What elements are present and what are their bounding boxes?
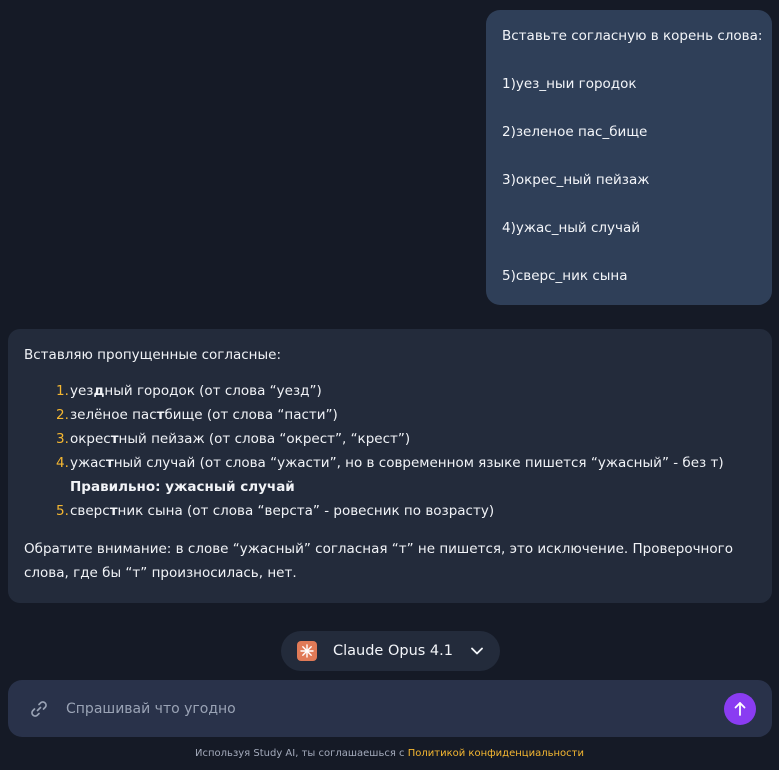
privacy-notice-text: Используя Study AI, ты соглашаешься с [195, 748, 408, 759]
chat-input-bar [8, 680, 772, 737]
chevron-down-icon[interactable] [470, 644, 484, 658]
assistant-intro: Вставляю пропущенные согласные: [24, 347, 282, 363]
assistant-message-bubble: Вставляю пропущенные согласные: 1уездный… [8, 329, 772, 603]
send-button[interactable] [724, 692, 756, 725]
privacy-notice: Используя Study AI, ты соглашаешься с По… [0, 748, 779, 759]
answer-suffix: ный городок (от слова “уезд”) [104, 383, 322, 399]
user-message-line: 4)ужас_ный случай [502, 220, 641, 236]
inserted-letter: т [105, 455, 114, 471]
answer-suffix: ный случай (от слова “ужасти”, но в совр… [113, 455, 724, 471]
answer-prefix: окрес [70, 431, 111, 447]
answer-suffix: ник сына (от слова “верста” - ровесник п… [117, 503, 495, 519]
privacy-policy-link[interactable]: Политикой конфиденциальности [408, 748, 584, 759]
answer-number: 1 [56, 379, 69, 403]
answer-item: 3окрестный пейзаж (от слова “окрест”, “к… [50, 427, 756, 451]
answer-list: 1уездный городок (от слова “уезд”) 2зелё… [50, 379, 756, 523]
assistant-conclusion: Обратите внимание: в слове “ужасный” сог… [24, 541, 733, 581]
message-input[interactable] [66, 700, 724, 717]
chat-page: Вставьте согласную в корень слова: 1)уез… [0, 0, 779, 770]
user-message-bubble: Вставьте согласную в корень слова: 1)уез… [486, 10, 772, 305]
answer-suffix: бище (от слова “пасти”) [164, 407, 338, 423]
answer-suffix: ный пейзаж (от слова “окрест”, “крест”) [118, 431, 411, 447]
answer-item: 2зелёное пастбище (от слова “пасти”) [50, 403, 756, 427]
user-message-line: 2)зеленое пас_бище [502, 124, 648, 140]
arrow-up-icon [734, 701, 746, 716]
claude-logo-icon [297, 641, 317, 661]
answer-number: 4 [56, 451, 69, 475]
answer-prefix: уез [70, 383, 94, 399]
answer-item: 5сверстник сына (от слова “верста” - ров… [50, 499, 756, 523]
answer-prefix: ужас [70, 455, 106, 471]
answer-prefix: зелёное пас [70, 407, 157, 423]
user-message-line: 1)уез_ныи городок [502, 76, 637, 92]
answer-item: 1уездный городок (от слова “уезд”) [50, 379, 756, 403]
answer-number: 5 [56, 499, 69, 523]
inserted-letter: т [109, 503, 118, 519]
inserted-letter: т [110, 431, 119, 447]
answer-item: 4ужастный случай (от слова “ужасти”, но … [50, 451, 756, 475]
model-selector[interactable]: Claude Opus 4.1 [281, 631, 500, 671]
attach-link-icon[interactable] [28, 698, 50, 720]
inserted-letter: д [93, 383, 105, 399]
answer-number: 2 [56, 403, 69, 427]
answer-prefix: сверс [70, 503, 110, 519]
user-message-line: 3)окрес_ный пейзаж [502, 172, 650, 188]
answer-note: Правильно: ужасный случай [70, 479, 295, 495]
user-message-line: 5)сверс_ник сына [502, 268, 628, 284]
user-message-line: Вставьте согласную в корень слова: [502, 28, 763, 44]
model-name: Claude Opus 4.1 [333, 643, 453, 659]
answer-number: 3 [56, 427, 69, 451]
